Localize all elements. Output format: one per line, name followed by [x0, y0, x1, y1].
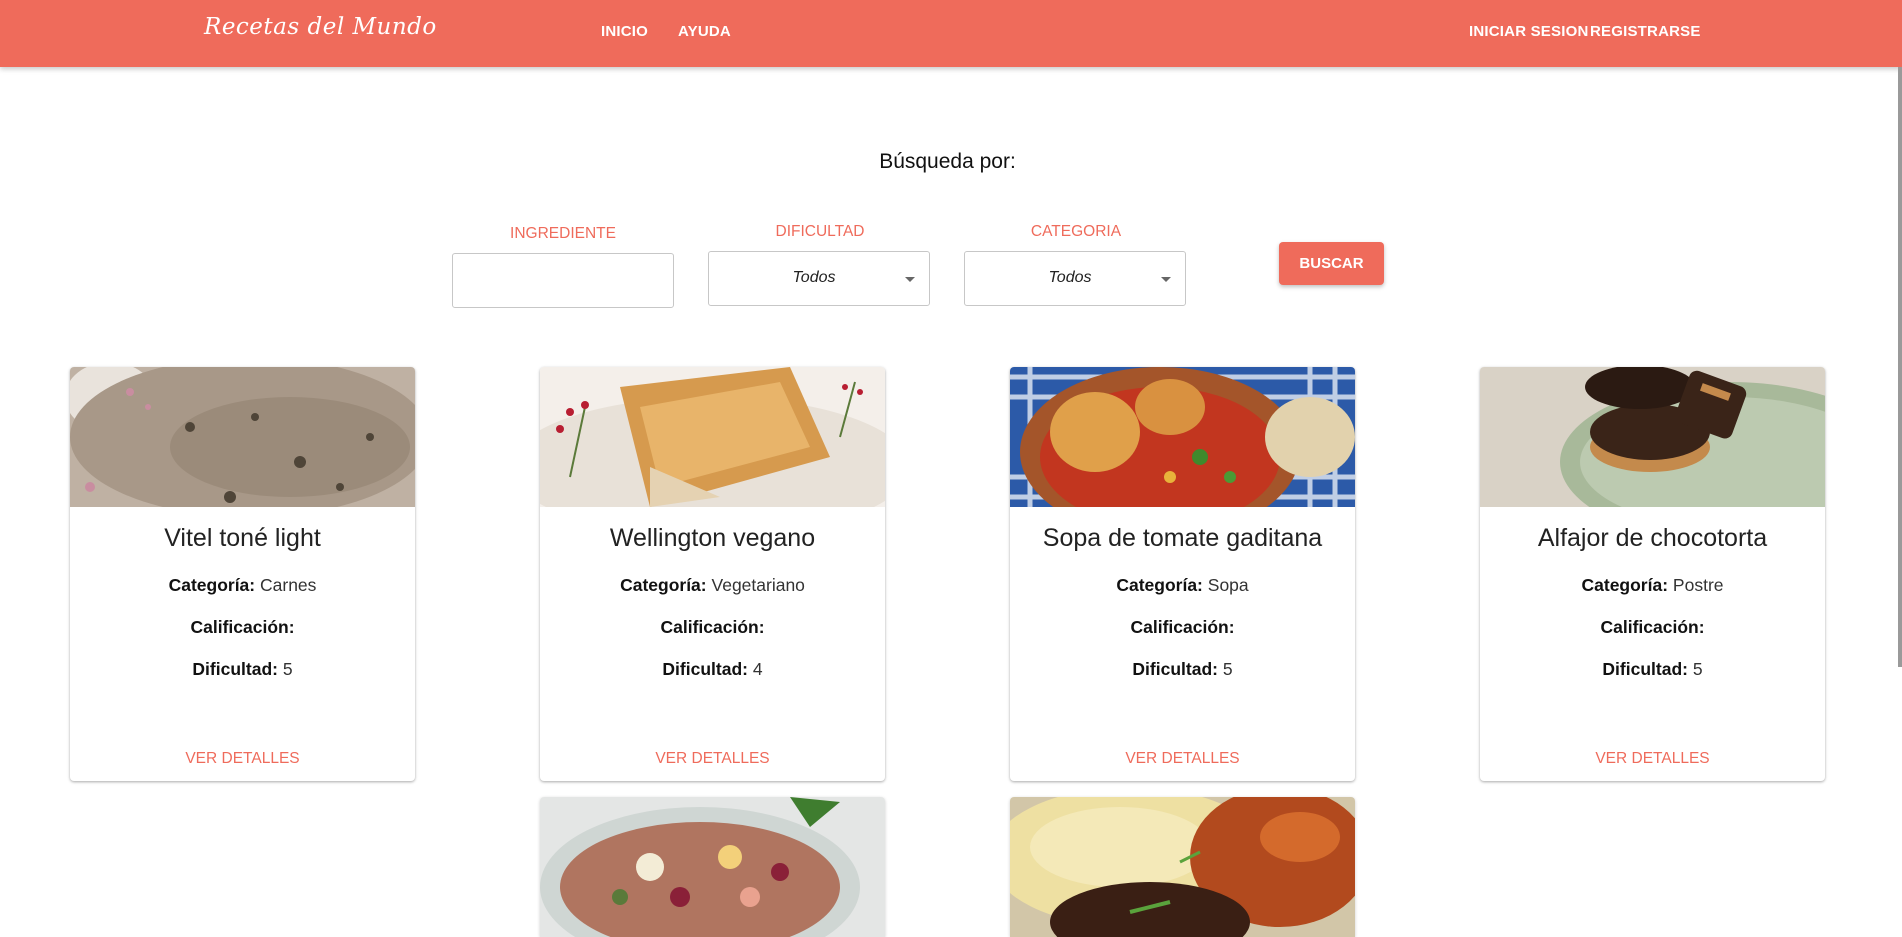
brand-logo[interactable]: Recetas del Mundo	[204, 14, 437, 40]
chevron-down-icon	[1161, 277, 1171, 282]
difficulty-label: DIFICULTAD	[775, 223, 865, 240]
recipe-title: Alfajor de chocotorta	[1537, 524, 1768, 552]
recipe-card: Vitel toné light Categoría: Carnes Calif…	[70, 367, 415, 781]
category-select[interactable]: Todos	[964, 251, 1186, 306]
recipe-rating: Calificación:	[1130, 617, 1235, 637]
recipe-difficulty: Dificultad: 5	[1602, 659, 1703, 679]
alfajor-photo	[1480, 367, 1825, 507]
nav-inicio[interactable]: INICIO	[601, 23, 648, 40]
tomato-soup-photo	[1010, 367, 1355, 507]
difficulty-selected-value: Todos	[792, 269, 836, 286]
recipe-difficulty: Dificultad: 4	[662, 659, 763, 679]
category-label: CATEGORIA	[1030, 223, 1122, 240]
wellington-photo	[540, 367, 885, 507]
ingredient-label: INGREDIENTE	[510, 225, 616, 242]
recipe-card: Wellington vegano Categoría: Vegetariano…	[540, 367, 885, 781]
recipe-rating: Calificación:	[190, 617, 295, 637]
nav-iniciar-sesion[interactable]: INICIAR SESION	[1469, 23, 1588, 40]
recipe-rating: Calificación:	[1600, 617, 1705, 637]
recipe-title: Vitel toné light	[164, 524, 321, 552]
search-heading: Búsqueda por:	[879, 150, 1016, 173]
recipe-title: Sopa de tomate gaditana	[1042, 524, 1323, 552]
salad-photo	[540, 797, 885, 937]
search-button[interactable]: BUSCAR	[1279, 242, 1384, 285]
recipe-card: Sopa de tomate gaditana Categoría: Sopa …	[1010, 367, 1355, 781]
recipe-rating: Calificación:	[660, 617, 765, 637]
view-details-link[interactable]: VER DETALLES	[1480, 750, 1825, 768]
page-scrollbar[interactable]	[1898, 67, 1902, 667]
nav-registrarse[interactable]: REGISTRARSE	[1590, 23, 1701, 40]
recipe-category: Categoría: Carnes	[168, 575, 317, 595]
recipe-title: Wellington vegano	[609, 524, 816, 552]
top-navbar: Recetas del Mundo INICIO AYUDA INICIAR S…	[0, 0, 1902, 67]
view-details-link[interactable]: VER DETALLES	[540, 750, 885, 768]
recipe-category: Categoría: Postre	[1581, 575, 1724, 595]
recipe-category: Categoría: Sopa	[1116, 575, 1249, 595]
view-details-link[interactable]: VER DETALLES	[1010, 750, 1355, 768]
recipe-difficulty: Dificultad: 5	[1132, 659, 1233, 679]
difficulty-select[interactable]: Todos	[708, 251, 930, 306]
recipe-category: Categoría: Vegetariano	[620, 575, 805, 595]
chevron-down-icon	[905, 277, 915, 282]
mashed-potato-steak-photo	[1010, 797, 1355, 937]
recipe-card: Alfajor de chocotorta Categoría: Postre …	[1480, 367, 1825, 781]
view-details-link[interactable]: VER DETALLES	[70, 750, 415, 768]
recipe-difficulty: Dificultad: 5	[192, 659, 293, 679]
ingredient-input[interactable]	[452, 253, 674, 308]
vitel-tone-photo	[70, 367, 415, 507]
nav-ayuda[interactable]: AYUDA	[678, 23, 731, 40]
category-selected-value: Todos	[1048, 269, 1092, 286]
